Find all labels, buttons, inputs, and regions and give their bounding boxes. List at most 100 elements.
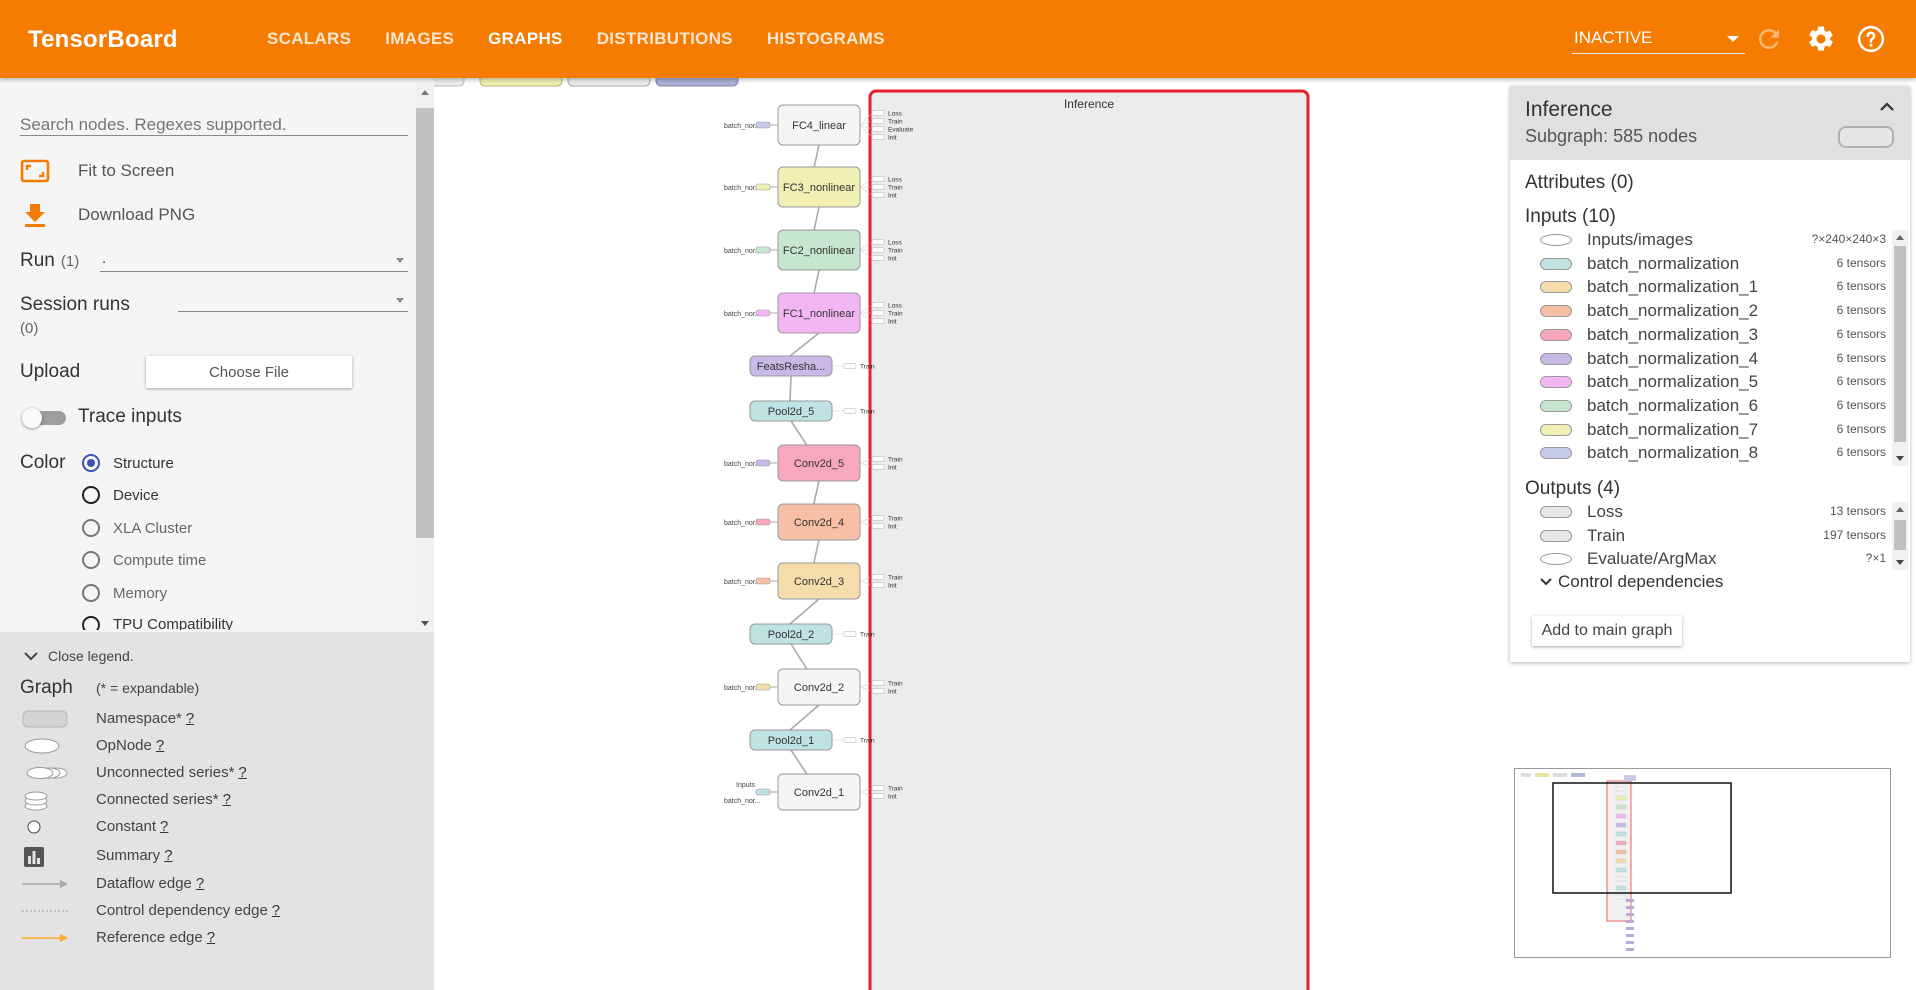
output-stub-node[interactable]: [871, 515, 885, 521]
output-stub-node[interactable]: [871, 247, 885, 253]
opnode-help-link[interactable]: ?: [156, 737, 164, 754]
fit-to-screen-button[interactable]: Fit to Screen: [20, 158, 174, 184]
chevron-up-icon[interactable]: [1880, 102, 1894, 112]
download-png-button[interactable]: Download PNG: [20, 202, 195, 228]
tab-distributions[interactable]: DISTRIBUTIONS: [580, 0, 750, 78]
namespace-help-link[interactable]: ?: [186, 710, 194, 727]
output-stub-node[interactable]: [871, 523, 885, 529]
side-input-node[interactable]: [755, 459, 771, 467]
color-tpu-radio[interactable]: [82, 616, 100, 630]
unconnected-help-link[interactable]: ?: [238, 764, 246, 781]
output-stub-node[interactable]: [871, 785, 885, 791]
side-input-node[interactable]: [755, 788, 771, 796]
trace-inputs-toggle[interactable]: [22, 408, 68, 428]
side-input-node[interactable]: [755, 183, 771, 191]
output-stub-node[interactable]: [843, 408, 857, 414]
output-stub-node[interactable]: [871, 680, 885, 686]
tab-histograms[interactable]: HISTOGRAMS: [750, 0, 902, 78]
output-stub-node[interactable]: [871, 239, 885, 245]
graph-minimap[interactable]: [1514, 768, 1891, 958]
color-memory-radio[interactable]: [82, 584, 100, 602]
gear-icon[interactable]: [1806, 24, 1836, 54]
close-legend-button[interactable]: Close legend.: [24, 648, 134, 664]
output-stub-node[interactable]: [871, 134, 885, 140]
output-stub-node[interactable]: [871, 126, 885, 132]
scroll-down-arrow-icon[interactable]: [1896, 456, 1904, 462]
input-row[interactable]: Inputs/images ?×240×240×3: [1510, 230, 1890, 252]
minimap-viewport[interactable]: [1552, 782, 1732, 894]
output-stub-node[interactable]: [871, 456, 885, 462]
input-row[interactable]: batch_normalization_3 6 tensors: [1510, 325, 1890, 347]
side-input-node[interactable]: [755, 121, 771, 129]
constant-help-link[interactable]: ?: [160, 818, 168, 835]
color-device-radio[interactable]: [82, 486, 100, 504]
scroll-down-arrow-icon[interactable]: [421, 621, 429, 626]
outputs-scrollbar-thumb[interactable]: [1894, 520, 1906, 550]
input-row[interactable]: batch_normalization_2 6 tensors: [1510, 301, 1890, 323]
input-row[interactable]: batch_normalization_8 6 tensors: [1510, 443, 1890, 465]
output-stub-node[interactable]: [871, 255, 885, 261]
output-stub-node[interactable]: [871, 176, 885, 182]
output-stub-node[interactable]: [871, 688, 885, 694]
output-stub-node[interactable]: [871, 192, 885, 198]
help-icon[interactable]: [1856, 24, 1886, 54]
inactive-select-value: INACTIVE: [1574, 28, 1653, 47]
output-stub-node[interactable]: [843, 737, 857, 743]
output-stub-node[interactable]: [871, 574, 885, 580]
controls-scrollbar[interactable]: [416, 86, 434, 630]
control-help-link[interactable]: ?: [272, 902, 280, 919]
color-compute-time-radio[interactable]: [82, 551, 100, 569]
side-input-node[interactable]: [755, 683, 771, 691]
session-runs-select[interactable]: [178, 290, 408, 312]
tab-images[interactable]: IMAGES: [368, 0, 471, 78]
output-stub-node[interactable]: [871, 110, 885, 116]
color-xla-cluster-radio[interactable]: [82, 519, 100, 537]
tab-graphs[interactable]: GRAPHS: [471, 0, 580, 78]
input-row[interactable]: batch_normalization_7 6 tensors: [1510, 420, 1890, 442]
input-row[interactable]: batch_normalization_4 6 tensors: [1510, 349, 1890, 371]
connected-help-link[interactable]: ?: [223, 791, 231, 808]
output-stub-node[interactable]: [843, 631, 857, 637]
output-stub-node[interactable]: [871, 318, 885, 324]
refresh-icon[interactable]: [1754, 24, 1784, 54]
color-structure-radio[interactable]: [82, 454, 100, 472]
output-stub-node[interactable]: [871, 793, 885, 799]
inactive-dashboards-select[interactable]: INACTIVE: [1572, 26, 1745, 54]
output-stub-node[interactable]: [871, 464, 885, 470]
output-stub-node[interactable]: [871, 118, 885, 124]
output-row[interactable]: Train 197 tensors: [1510, 526, 1890, 548]
output-stub-node[interactable]: [871, 582, 885, 588]
scroll-down-arrow-icon[interactable]: [1896, 560, 1904, 566]
output-stub-node[interactable]: [843, 363, 857, 369]
side-input-node[interactable]: [755, 246, 771, 254]
run-select[interactable]: .: [100, 250, 408, 272]
output-stub-node[interactable]: [871, 310, 885, 316]
output-row[interactable]: Evaluate/ArgMax ?×1: [1510, 549, 1890, 571]
scrollbar-thumb[interactable]: [416, 108, 434, 538]
add-to-main-graph-button[interactable]: Add to main graph: [1532, 616, 1682, 646]
outputs-scrollbar[interactable]: [1892, 502, 1908, 570]
output-row[interactable]: Loss 13 tensors: [1510, 502, 1890, 524]
dataflow-help-link[interactable]: ?: [196, 875, 204, 892]
tab-scalars[interactable]: SCALARS: [250, 0, 368, 78]
input-row[interactable]: batch_normalization_5 6 tensors: [1510, 372, 1890, 394]
inference-namespace[interactable]: [868, 89, 1310, 990]
search-nodes-input[interactable]: [20, 114, 408, 136]
reference-help-link[interactable]: ?: [207, 929, 215, 946]
summary-help-link[interactable]: ?: [164, 847, 172, 864]
side-input-node[interactable]: [755, 577, 771, 585]
output-stub-node[interactable]: [871, 302, 885, 308]
scroll-up-arrow-icon[interactable]: [421, 90, 429, 95]
input-row[interactable]: batch_normalization 6 tensors: [1510, 254, 1890, 276]
control-dependencies-toggle[interactable]: Control dependencies: [1540, 572, 1723, 592]
scroll-up-arrow-icon[interactable]: [1896, 506, 1904, 512]
inputs-scrollbar-thumb[interactable]: [1894, 246, 1906, 442]
choose-file-button[interactable]: Choose File: [146, 356, 352, 388]
input-row[interactable]: batch_normalization_6 6 tensors: [1510, 396, 1890, 418]
side-input-node[interactable]: [755, 309, 771, 317]
scroll-up-arrow-icon[interactable]: [1896, 234, 1904, 240]
side-input-node[interactable]: [755, 518, 771, 526]
inputs-scrollbar[interactable]: [1892, 230, 1908, 466]
output-stub-node[interactable]: [871, 184, 885, 190]
input-row[interactable]: batch_normalization_1 6 tensors: [1510, 277, 1890, 299]
